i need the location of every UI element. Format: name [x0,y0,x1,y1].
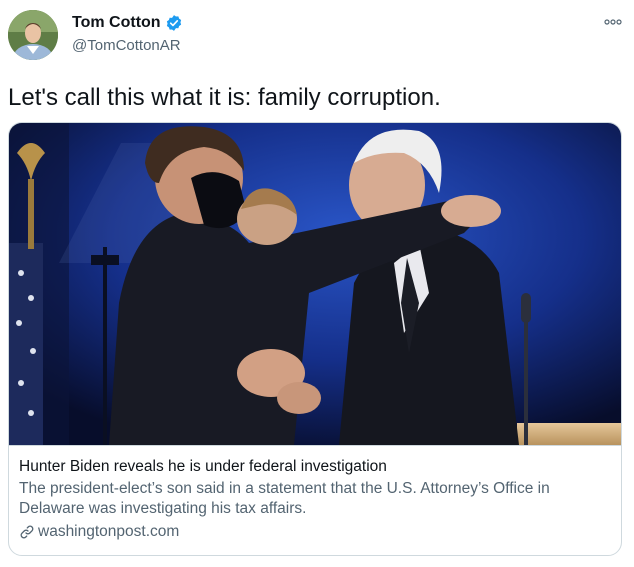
tweet-text: Let's call this what it is: family corru… [8,84,441,111]
name-line: Tom Cotton [72,14,183,32]
verified-badge-icon [166,15,181,31]
card-domain-text: washingtonpost.com [38,523,180,540]
more-options-icon[interactable] [604,16,622,29]
tweet-header: Tom Cotton @TomCottonAR [8,8,626,64]
link-icon [20,525,34,539]
card-body[interactable]: Hunter Biden reveals he is under federal… [19,457,611,542]
avatar[interactable] [8,10,58,60]
card-title[interactable]: Hunter Biden reveals he is under federal… [19,457,611,477]
card-divider [9,445,621,446]
card-image[interactable] [9,123,621,445]
link-card[interactable]: Hunter Biden reveals he is under federal… [8,122,622,556]
card-domain[interactable]: washingtonpost.com [19,522,611,542]
author-handle[interactable]: @TomCottonAR [72,37,181,54]
tweet[interactable]: Tom Cotton @TomCottonAR Let's call this … [0,0,634,567]
author-name[interactable]: Tom Cotton [72,14,161,32]
card-description: The president-elect’s son said in a stat… [19,480,550,517]
